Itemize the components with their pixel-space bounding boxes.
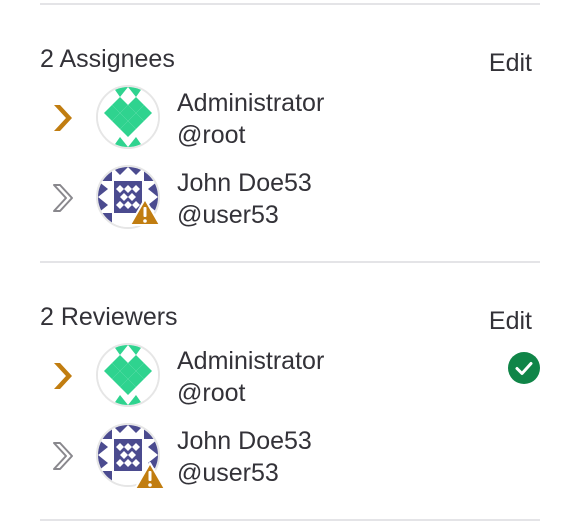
bottom-divider [40,519,540,521]
user-handle: @user53 [177,201,279,229]
user-name[interactable]: Administrator [177,346,324,376]
avatar[interactable] [96,85,160,149]
user-name[interactable]: John Doe53 [177,168,312,198]
user-handle: @root [177,379,246,407]
attention-request-icon[interactable] [50,441,76,471]
warning-icon [129,198,161,226]
attention-request-icon[interactable] [50,361,76,391]
check-circle-icon [508,352,540,384]
attention-request-icon[interactable] [50,103,76,133]
attention-request-icon[interactable] [50,183,76,213]
user-handle: @user53 [177,459,279,487]
assignees-edit-link[interactable]: Edit [489,48,532,78]
reviewers-edit-link[interactable]: Edit [489,306,532,336]
green-identicon [98,345,158,405]
section-divider [40,261,540,263]
user-name[interactable]: Administrator [177,88,324,118]
reviewers-title: 2 Reviewers [40,303,178,331]
green-identicon [98,87,158,147]
top-divider [40,3,540,5]
assignees-title: 2 Assignees [40,45,175,73]
merge-request-sidebar: 2 Assignees Edit Administrator @root Joh… [0,0,574,524]
user-handle: @root [177,121,246,149]
user-name[interactable]: John Doe53 [177,426,312,456]
warning-icon [134,462,166,490]
avatar[interactable] [96,343,160,407]
